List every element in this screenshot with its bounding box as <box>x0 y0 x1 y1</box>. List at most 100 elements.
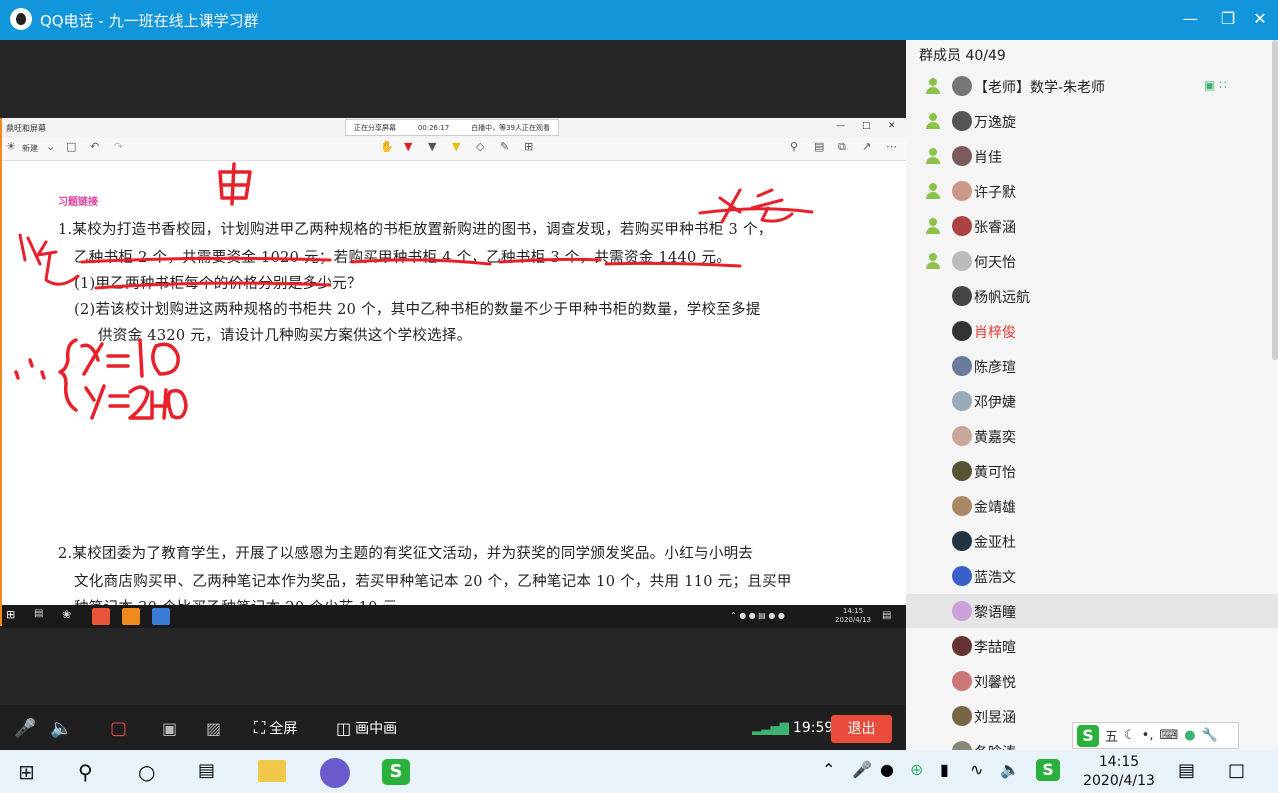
screen-share-icon[interactable]: ▣ <box>162 717 177 739</box>
fullscreen-button[interactable]: ⛶ 全屏 <box>254 717 297 739</box>
member-row[interactable]: 黄可怡 <box>906 454 1278 488</box>
member-row[interactable]: 何天怡 <box>906 244 1278 278</box>
avatar <box>952 636 972 656</box>
qq-tray-icon[interactable]: ● <box>880 760 894 779</box>
highlighter-icon[interactable]: ▼ <box>452 140 460 153</box>
notification-icon[interactable]: □ <box>1228 760 1245 781</box>
member-row[interactable]: 肖佳 <box>906 139 1278 173</box>
moon-icon[interactable]: ☾ <box>1124 728 1136 743</box>
fullscreen-icon: ⛶ <box>254 718 266 737</box>
shared-minimize-icon[interactable]: — <box>836 121 845 131</box>
more-icon[interactable]: ⋯ <box>886 140 897 153</box>
member-scrollbar[interactable] <box>1272 40 1278 360</box>
search-icon[interactable]: ⚲ <box>78 760 93 784</box>
new-label[interactable]: 新建 <box>22 143 38 154</box>
notes-icon[interactable]: ▤ <box>1178 760 1195 781</box>
member-name: 许子默 <box>974 185 1016 201</box>
pip-icon: ◫ <box>336 718 352 738</box>
ime-toolbar[interactable]: S 五 ☾ •, ⌨ ● 🔧 <box>1072 722 1239 749</box>
speaker-icon[interactable]: 🔈 <box>50 717 72 739</box>
annotation-ink-layer <box>14 162 814 420</box>
member-row[interactable]: 黎语瞳 <box>906 594 1278 628</box>
avatar <box>952 706 972 726</box>
file-explorer-icon[interactable] <box>258 760 286 782</box>
user-icon[interactable]: ● <box>1184 728 1195 743</box>
avatar <box>952 111 972 131</box>
member-row[interactable]: 黄嘉奕 <box>906 419 1278 453</box>
exit-button[interactable]: 退出 <box>831 715 892 743</box>
redo-icon[interactable]: ↷ <box>114 140 123 153</box>
member-name: 张睿涵 <box>974 220 1016 236</box>
clock-date: 2020/4/13 <box>1083 773 1155 789</box>
rectangle-icon[interactable]: □ <box>66 140 76 153</box>
pip-button[interactable]: ◫ 画中画 <box>336 717 397 739</box>
pencil-icon[interactable]: ✎ <box>500 140 509 153</box>
minimize-button[interactable]: — <box>1178 8 1202 30</box>
cortana-icon[interactable]: ○ <box>138 760 155 784</box>
eraser-icon[interactable]: ◇ <box>476 140 484 153</box>
member-row[interactable]: 陈彦瑄 <box>906 349 1278 383</box>
share-icon[interactable]: ↗ <box>862 140 871 153</box>
copy-icon[interactable]: ⧉ <box>838 140 846 154</box>
group-name: 九一班在线上课学习群 <box>108 12 259 30</box>
member-row[interactable]: 刘馨悦 <box>906 664 1278 698</box>
browser-icon[interactable] <box>320 758 350 788</box>
member-row[interactable]: 蓝浩文 <box>906 559 1278 593</box>
hand-icon[interactable]: ✋ <box>380 140 394 153</box>
task-view-icon[interactable]: ▤ <box>198 760 215 781</box>
member-panel: 群成员 40/49 【老师】数学-朱老师 ▣ ∷ 万逸旋 肖佳 许子默 张睿涵 何天怡 杨帆远… <box>906 40 1278 761</box>
member-row[interactable]: 许子默 <box>906 174 1278 208</box>
member-row[interactable]: 杨帆远航 <box>906 279 1278 313</box>
mute-mic-icon[interactable]: 🎤 <box>14 717 36 739</box>
chevron-down-icon[interactable]: ⌄ <box>46 140 55 153</box>
shared-close-icon[interactable]: ✕ <box>888 121 896 131</box>
ink-underline-price <box>94 281 332 290</box>
wrench-icon[interactable]: 🔧 <box>1202 728 1218 743</box>
call-controls: 🎤 🔈 ▢ ▣ ▨ ⛶ 全屏 ◫ 画中画 ▂▃▅▇ 19:59 退出 <box>0 705 906 750</box>
avatar <box>952 496 972 516</box>
volume-icon[interactable]: 🔈 <box>1000 760 1020 779</box>
member-row[interactable]: 万逸旋 <box>906 104 1278 138</box>
crop-icon[interactable]: ⊞ <box>524 140 533 153</box>
windows-start-icon[interactable]: ⊞ <box>18 760 35 784</box>
plus-tray-icon[interactable]: ⊕ <box>910 760 923 779</box>
title-bar: QQ电话 - 九一班在线上课学习群 — ❐ ✕ <box>0 0 1278 40</box>
battery-icon[interactable]: ▮ <box>940 760 949 779</box>
ink-x-var <box>80 342 104 376</box>
member-row[interactable]: 金亚杜 <box>906 524 1278 558</box>
pen-black-icon[interactable]: ▼ <box>428 140 436 153</box>
wifi-icon[interactable]: ∿ <box>970 760 983 779</box>
member-name: 杨帆远航 <box>974 290 1030 306</box>
window-title: QQ电话 - 九一班在线上课学习群 <box>40 10 259 31</box>
camera-off-icon[interactable]: ▢ <box>110 717 127 739</box>
sogou-taskbar-icon[interactable]: S <box>382 759 410 785</box>
mic-tray-icon[interactable]: 🎤 <box>852 760 872 779</box>
save-icon[interactable]: ▤ <box>814 140 824 153</box>
undo-icon[interactable]: ↶ <box>90 140 99 153</box>
member-row[interactable]: 邓伊婕 <box>906 384 1278 418</box>
avatar <box>952 321 972 341</box>
pen-red-icon[interactable]: ▼ <box>404 140 412 153</box>
sogou-logo-icon[interactable]: S <box>1077 724 1099 747</box>
ime-mode[interactable]: 五 <box>1105 726 1118 745</box>
member-row[interactable]: 金靖雄 <box>906 489 1278 523</box>
member-row[interactable]: 肖梓俊 <box>906 314 1278 348</box>
avatar <box>952 146 972 166</box>
tray-expand-icon[interactable]: ⌃ <box>822 760 835 779</box>
member-row[interactable]: 张睿涵 <box>906 209 1278 243</box>
keyboard-icon[interactable]: ⌨ <box>1159 728 1178 743</box>
restore-button[interactable]: ❐ <box>1216 8 1240 30</box>
shared-restore-icon[interactable]: □ <box>862 121 871 131</box>
member-name: 何天怡 <box>974 255 1016 271</box>
punctuation-icon[interactable]: •, <box>1142 728 1154 743</box>
taskbar-clock[interactable]: 14:15 2020/4/13 <box>1074 753 1164 791</box>
member-row[interactable]: 李喆暄 <box>906 629 1278 663</box>
ime-tray-icon[interactable]: S <box>1036 759 1060 781</box>
zoom-icon[interactable]: ⚲ <box>790 140 798 153</box>
member-row[interactable]: 【老师】数学-朱老师 ▣ ∷ <box>906 69 1278 103</box>
online-person-icon <box>925 253 941 269</box>
ink-underline-cabinet4 <box>350 258 492 266</box>
presentation-icon[interactable]: ▨ <box>206 717 221 739</box>
close-button[interactable]: ✕ <box>1248 8 1272 30</box>
board-icon[interactable]: ☀ <box>6 140 16 153</box>
